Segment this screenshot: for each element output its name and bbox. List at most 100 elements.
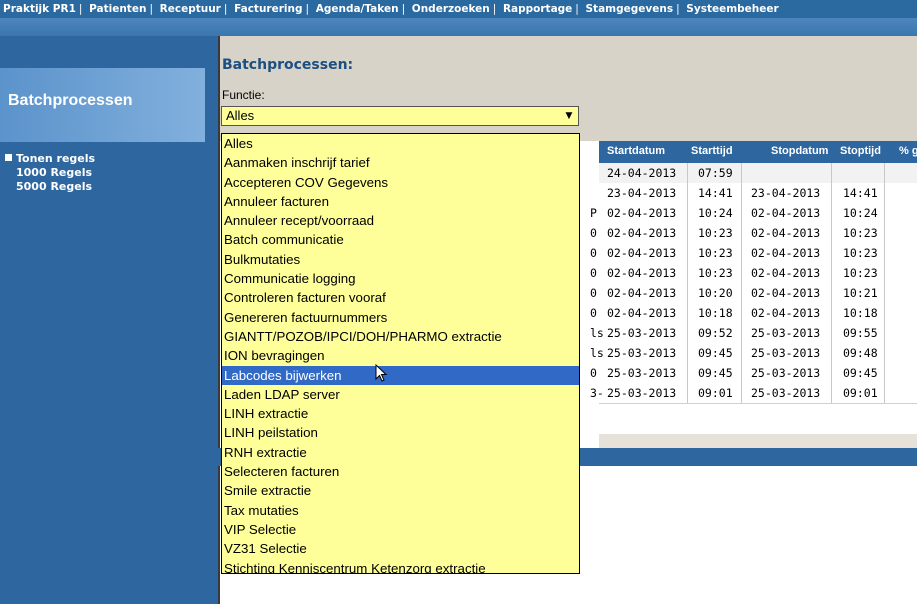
col-stoptijd[interactable]: Stoptijd	[840, 145, 881, 157]
sidebar-nav: Tonen regels 1000 Regels 5000 Regels	[5, 152, 95, 194]
function-label: Functie:	[222, 88, 265, 102]
table-row[interactable]: 02-04-2013 10:23 02-04-2013 10:23	[599, 263, 917, 284]
menu-onderzoeken[interactable]: Onderzoeken	[412, 3, 490, 15]
collapse-icon[interactable]	[5, 154, 12, 161]
dropdown-option[interactable]: RNH extractie	[222, 443, 579, 462]
dropdown-option[interactable]: Stichting Kenniscentrum Ketenzorg extrac…	[222, 559, 579, 573]
cell-divider	[831, 263, 832, 283]
cell-prefix-fragment: 0	[590, 266, 597, 280]
dropdown-option[interactable]: Controleren facturen vooraf	[222, 288, 579, 307]
dropdown-option[interactable]: Accepteren COV Gegevens	[222, 173, 579, 192]
menu-facturering[interactable]: Facturering	[234, 3, 302, 15]
cell-divider	[831, 303, 832, 323]
dropdown-option[interactable]: Genereren factuurnummers	[222, 308, 579, 327]
cell-divider	[741, 323, 742, 343]
col-stopdatum[interactable]: Stopdatum	[771, 145, 828, 157]
cell-divider	[884, 263, 885, 283]
cell-divider	[831, 343, 832, 363]
dropdown-option[interactable]: Selecteren facturen	[222, 462, 579, 481]
dropdown-option[interactable]: Tax mutaties	[222, 501, 579, 520]
table-row[interactable]: 02-04-2013 10:20 02-04-2013 10:21	[599, 283, 917, 304]
menu-systeembeheer[interactable]: Systeembeheer	[686, 3, 778, 15]
page-title: Batchprocessen:	[222, 57, 354, 73]
cell-prefix-fragment: 0	[590, 246, 597, 260]
cell-prefix-fragment: P	[590, 206, 597, 220]
menu-separator: |	[575, 3, 579, 15]
dropdown-option[interactable]: Labcodes bijwerken	[222, 365, 579, 385]
table-row[interactable]: 02-04-2013 10:23 02-04-2013 10:23	[599, 243, 917, 264]
cell-stoptijd: 14:41	[843, 186, 878, 200]
table-row[interactable]: 25-03-2013 09:45 25-03-2013 09:45	[599, 363, 917, 384]
top-menu: Praktijk PR1 | Patienten | Receptuur | Fact…	[3, 1, 779, 17]
dropdown-option[interactable]: Smile extractie	[222, 481, 579, 500]
cell-divider	[884, 163, 885, 183]
menu-agenda-taken[interactable]: Agenda/Taken	[316, 3, 399, 15]
cell-starttijd: 10:20	[698, 286, 733, 300]
menu-sub-strip	[0, 18, 917, 36]
cell-prefix-fragment: 0	[590, 226, 597, 240]
cell-starttijd: 10:18	[698, 306, 733, 320]
dropdown-option[interactable]: LINH extractie	[222, 404, 579, 423]
table-row[interactable]: 24-04-2013 07:59	[599, 163, 917, 184]
cell-divider	[741, 183, 742, 203]
cell-stoptijd: 10:21	[843, 286, 878, 300]
dropdown-option[interactable]: Annuleer recept/voorraad	[222, 211, 579, 230]
menu-receptuur[interactable]: Receptuur	[160, 3, 221, 15]
col-startdatum[interactable]: Startdatum	[607, 145, 665, 157]
table-row[interactable]: 02-04-2013 10:18 02-04-2013 10:18	[599, 303, 917, 324]
function-select-value: Alles	[226, 108, 255, 123]
cell-starttijd: 07:59	[698, 166, 733, 180]
menu-separator: |	[78, 3, 83, 15]
dropdown-option[interactable]: Laden LDAP server	[222, 385, 579, 404]
cell-divider	[831, 203, 832, 223]
col-starttijd[interactable]: Starttijd	[691, 145, 733, 157]
dropdown-option[interactable]: LINH peilstation	[222, 423, 579, 442]
col-percent[interactable]: % g	[899, 145, 917, 157]
dropdown-option[interactable]: Communicatie logging	[222, 269, 579, 288]
dropdown-option[interactable]: Alles	[222, 134, 579, 153]
dropdown-option[interactable]: ION bevragingen	[222, 346, 579, 365]
table-row[interactable]: 02-04-2013 10:24 02-04-2013 10:24	[599, 203, 917, 224]
cell-stopdatum: 02-04-2013	[751, 286, 821, 300]
chevron-down-icon[interactable]: ▼	[562, 109, 576, 123]
function-dropdown-list[interactable]: Alles Aanmaken inschrijf tarief Accepteren…	[221, 133, 580, 574]
table-row[interactable]: 23-04-2013 14:41 23-04-2013 14:41	[599, 183, 917, 204]
dropdown-option[interactable]: Aanmaken inschrijf tarief	[222, 153, 579, 172]
dropdown-option[interactable]: GIANTT/POZOB/IPCI/DOH/PHARMO extractie	[222, 327, 579, 346]
cell-divider	[884, 223, 885, 243]
dropdown-option[interactable]: Annuleer facturen	[222, 192, 579, 211]
menu-rapportage[interactable]: Rapportage	[503, 3, 572, 15]
cell-divider	[741, 263, 742, 283]
dropdown-option[interactable]: VZ31 Selectie	[222, 539, 579, 558]
table-row[interactable]: 02-04-2013 10:23 02-04-2013 10:23	[599, 223, 917, 244]
dropdown-option[interactable]: Batch communicatie	[222, 230, 579, 249]
cell-divider	[741, 223, 742, 243]
table-header: Startdatum Starttijd Stopdatum Stoptijd …	[599, 141, 917, 163]
cell-divider	[831, 283, 832, 303]
cell-stoptijd: 10:18	[843, 306, 878, 320]
menu-stamgegevens[interactable]: Stamgegevens	[586, 3, 674, 15]
sidebar: Batchprocessen Tonen regels 1000 Regels …	[0, 36, 205, 604]
cell-prefix-fragment: ls	[590, 326, 604, 340]
menu-patienten[interactable]: Patienten	[89, 3, 146, 15]
sidebar-item-1000-regels[interactable]: 1000 Regels	[5, 166, 95, 180]
cell-divider	[741, 303, 742, 323]
menu-separator: |	[492, 3, 497, 15]
dropdown-option[interactable]: VIP Selectie	[222, 520, 579, 539]
cell-startdatum: 25-03-2013	[607, 346, 677, 360]
sidebar-group-label: Tonen regels	[16, 152, 96, 165]
sidebar-item-5000-regels[interactable]: 5000 Regels	[5, 180, 95, 194]
sidebar-group-tonen-regels[interactable]: Tonen regels	[5, 152, 95, 166]
table-row[interactable]: 25-03-2013 09:01 25-03-2013 09:01	[599, 383, 917, 404]
table-row[interactable]: 25-03-2013 09:52 25-03-2013 09:55	[599, 323, 917, 344]
menu-separator: |	[223, 3, 228, 15]
function-select[interactable]: Alles ▼	[221, 106, 579, 126]
cell-prefix-fragment: ls	[590, 346, 604, 360]
cell-startdatum: 25-03-2013	[607, 326, 677, 340]
cell-stoptijd: 10:23	[843, 246, 878, 260]
menu-praktijk[interactable]: Praktijk PR1	[3, 3, 76, 15]
cell-divider	[741, 203, 742, 223]
table-row[interactable]: 25-03-2013 09:45 25-03-2013 09:48	[599, 343, 917, 364]
cell-stopdatum: 02-04-2013	[751, 246, 821, 260]
dropdown-option[interactable]: Bulkmutaties	[222, 250, 579, 269]
